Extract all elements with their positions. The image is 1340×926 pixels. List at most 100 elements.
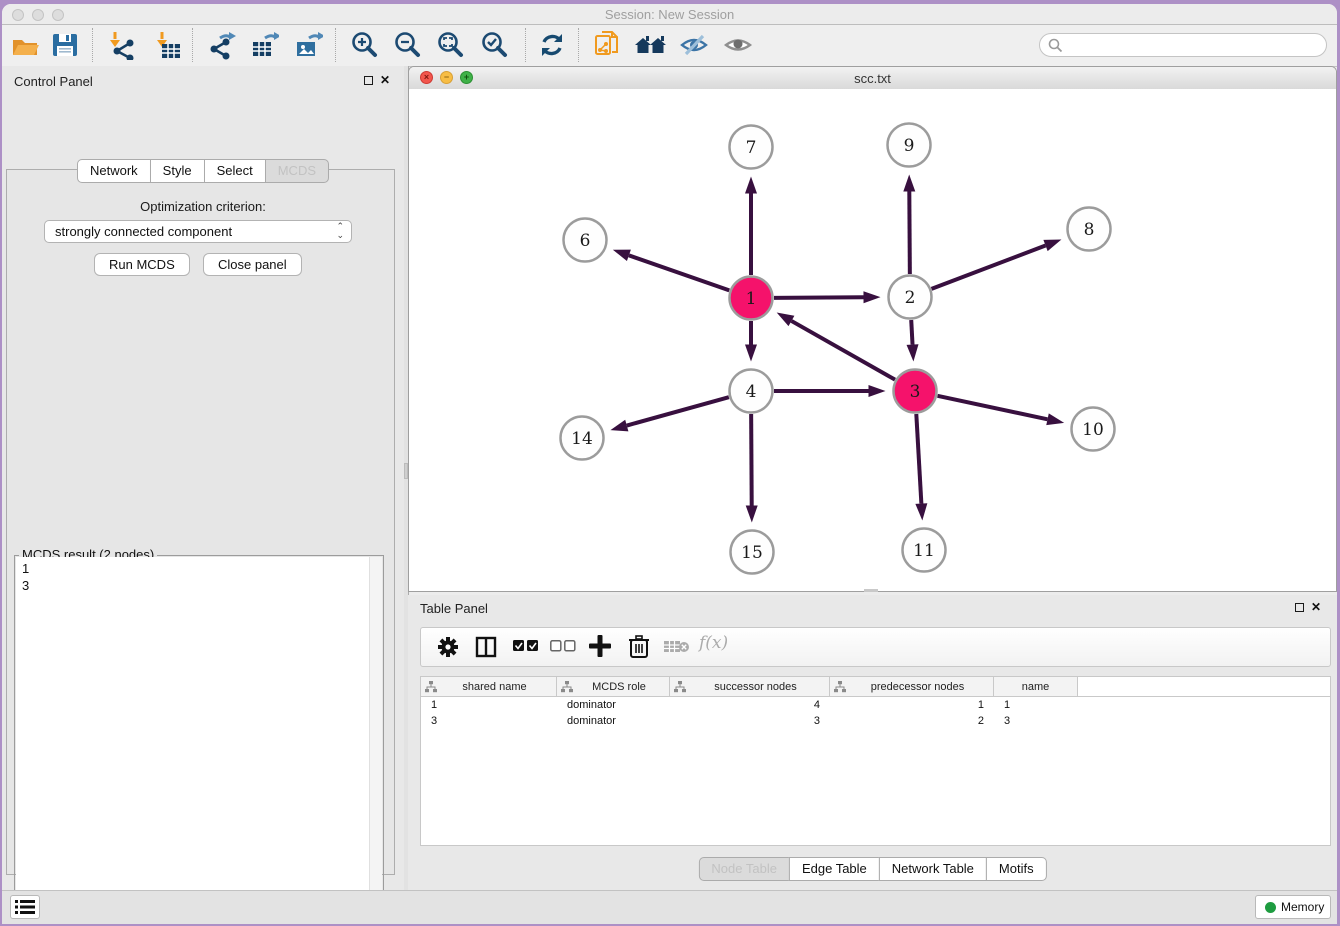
mcds-result-textarea[interactable]: 1 3 (16, 557, 382, 924)
select-all-checkboxes-icon[interactable] (513, 640, 539, 658)
graph-node-label: 6 (580, 231, 591, 251)
table-panel-title: Table Panel (420, 601, 488, 616)
delete-table-icon[interactable] (664, 639, 690, 659)
table-cell[interactable]: 2 (830, 713, 994, 729)
export-network-icon[interactable] (206, 30, 236, 60)
graph-edge-arrowhead (907, 344, 919, 361)
run-mcds-button[interactable]: Run MCDS (94, 253, 190, 276)
graph-edge-arrowhead (1043, 239, 1061, 251)
table-cell[interactable]: 3 (670, 713, 830, 729)
result-scrollbar[interactable] (369, 557, 382, 924)
column-header-predecessor-nodes[interactable]: predecessor nodes (830, 677, 994, 696)
title-bar: Session: New Session (2, 4, 1337, 25)
table-row[interactable]: 1dominator411 (421, 697, 1330, 713)
graph-node-label: 7 (746, 138, 757, 158)
control-panel-tabs: NetworkStyleSelectMCDS (77, 159, 329, 183)
network-canvas[interactable]: 7968124314101511 (409, 89, 1336, 591)
network-window-titlebar[interactable]: × − + scc.txt (409, 67, 1336, 90)
graph-edge-3-10[interactable] (937, 396, 1047, 419)
graph-edge-2-9[interactable] (909, 191, 910, 274)
tab-select[interactable]: Select (204, 159, 266, 183)
hide-details-eye-icon[interactable] (679, 30, 709, 60)
graph-edge-arrowhead (745, 177, 757, 194)
criterion-dropdown[interactable]: strongly connected component ⌃⌄ (44, 220, 352, 243)
function-builder-icon[interactable]: f(x) (699, 633, 728, 653)
memory-button[interactable]: Memory (1255, 895, 1331, 919)
export-table-icon[interactable] (249, 30, 279, 60)
graph-edge-2-3[interactable] (911, 320, 912, 345)
table-cell[interactable]: dominator (557, 697, 670, 713)
table-row[interactable]: 3dominator323 (421, 713, 1330, 729)
save-session-icon[interactable] (50, 30, 80, 60)
delete-column-trash-icon[interactable] (628, 634, 650, 663)
graph-node-label: 9 (904, 136, 915, 156)
table-toolbar: f(x) (420, 627, 1331, 667)
table-cell[interactable]: 3 (421, 713, 557, 729)
float-panel-icon[interactable] (364, 76, 373, 85)
settings-gear-icon[interactable] (437, 636, 459, 663)
graph-edge-1-6[interactable] (629, 255, 729, 290)
graph-edge-4-14[interactable] (627, 397, 729, 425)
clone-network-icon[interactable] (592, 30, 622, 60)
search-input[interactable] (1066, 36, 1318, 56)
tab-network[interactable]: Network (77, 159, 151, 183)
show-details-eye-icon[interactable] (723, 30, 753, 60)
deselect-all-checkboxes-icon[interactable] (550, 640, 576, 658)
search-field[interactable] (1039, 33, 1327, 57)
table-cell[interactable]: 1 (421, 697, 557, 713)
table-body: 1dominator4113dominator323 (421, 697, 1330, 729)
zoom-in-icon[interactable] (349, 30, 379, 60)
toolbar-separator (192, 28, 193, 62)
graph-edge-arrowhead (869, 385, 886, 397)
export-image-icon[interactable] (293, 30, 323, 60)
control-panel: Control Panel ✕ NetworkStyleSelectMCDS O… (2, 66, 404, 891)
tab-style[interactable]: Style (150, 159, 205, 183)
tab-mcds[interactable]: MCDS (265, 159, 329, 183)
horizontal-splitter-grip[interactable] (864, 589, 878, 592)
sort-tree-icon (561, 681, 573, 693)
sort-tree-icon (834, 681, 846, 693)
import-network-icon[interactable] (106, 30, 136, 60)
graph-edge-3-11[interactable] (916, 414, 921, 504)
column-header-filler (1078, 677, 1330, 696)
add-column-icon[interactable] (588, 634, 612, 663)
graph-edge-4-15[interactable] (751, 414, 752, 506)
houses-icon[interactable] (634, 30, 664, 60)
graph-edge-3-1[interactable] (791, 321, 895, 380)
desktop-frame: Session: New Session (0, 0, 1340, 926)
tab-node-table[interactable]: Node Table (698, 857, 790, 881)
column-header-successor-nodes[interactable]: successor nodes (670, 677, 830, 696)
open-session-icon[interactable] (10, 30, 40, 60)
app-window: Session: New Session (2, 4, 1337, 924)
column-header-name[interactable]: name (994, 677, 1078, 696)
table-cell[interactable]: 1 (994, 697, 1078, 713)
table-cell[interactable]: dominator (557, 713, 670, 729)
control-panel-title: Control Panel (14, 74, 93, 89)
import-table-icon[interactable] (153, 30, 183, 60)
close-panel-icon[interactable]: ✕ (380, 75, 390, 85)
table-cell[interactable]: 4 (670, 697, 830, 713)
graph-node-label: 14 (571, 429, 593, 449)
task-history-button[interactable] (10, 895, 40, 919)
zoom-fit-icon[interactable] (435, 30, 465, 60)
node-table[interactable]: shared nameMCDS rolesuccessor nodesprede… (420, 676, 1331, 846)
optimization-criterion-label: Optimization criterion: (2, 199, 404, 214)
table-cell[interactable]: 1 (830, 697, 994, 713)
graph-edge-1-2[interactable] (774, 297, 864, 298)
close-table-panel-icon[interactable]: ✕ (1311, 602, 1321, 612)
column-header-MCDS-role[interactable]: MCDS role (557, 677, 670, 696)
table-cell[interactable]: 3 (994, 713, 1078, 729)
zoom-selected-icon[interactable] (479, 30, 509, 60)
columns-icon[interactable] (475, 636, 497, 663)
close-panel-button[interactable]: Close panel (203, 253, 302, 276)
zoom-out-icon[interactable] (392, 30, 422, 60)
graph-node-label: 4 (746, 382, 757, 402)
apply-layout-icon[interactable] (537, 30, 567, 60)
tab-network-table[interactable]: Network Table (879, 857, 987, 881)
float-table-panel-icon[interactable] (1295, 603, 1304, 612)
tab-motifs[interactable]: Motifs (986, 857, 1047, 881)
sort-tree-icon (674, 681, 686, 693)
graph-edge-2-8[interactable] (932, 246, 1046, 289)
column-header-shared-name[interactable]: shared name (421, 677, 557, 696)
tab-edge-table[interactable]: Edge Table (789, 857, 880, 881)
